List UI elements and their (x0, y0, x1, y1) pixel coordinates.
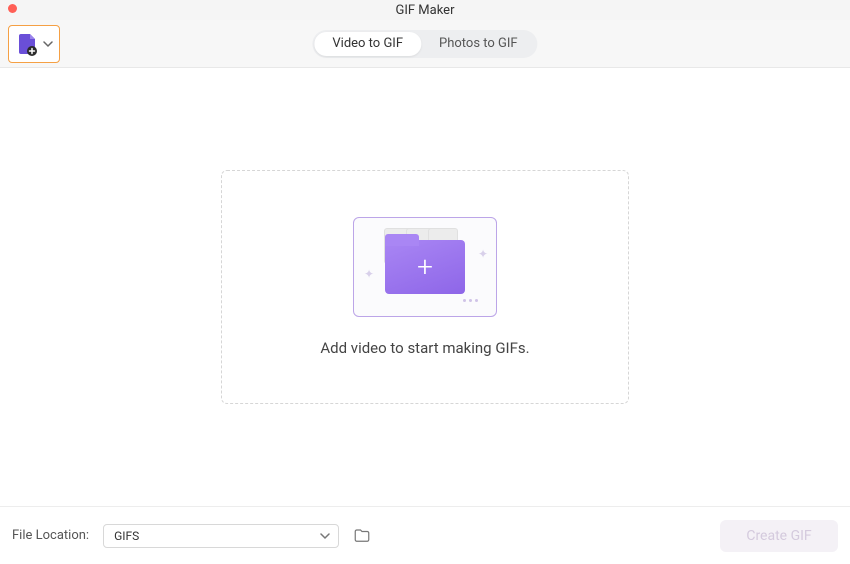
add-file-icon (15, 32, 39, 56)
file-location-select[interactable]: GIFS (103, 524, 339, 548)
app-toolbar: Video to GIF Photos to GIF (0, 20, 850, 68)
open-folder-button[interactable] (353, 527, 371, 545)
dropzone-prompt: Add video to start making GIFs. (320, 339, 529, 357)
close-window-button[interactable] (8, 4, 17, 13)
create-gif-button[interactable]: Create GIF (720, 520, 838, 552)
tab-video-to-gif[interactable]: Video to GIF (314, 32, 421, 56)
chevron-down-icon (43, 39, 53, 49)
window-title: GIF Maker (0, 3, 850, 18)
main-content: + ✦ ✦ Add video to start making GIFs. (0, 68, 850, 506)
file-location-label: File Location: (12, 528, 89, 543)
mode-tab-switch: Video to GIF Photos to GIF (312, 30, 537, 58)
add-file-button[interactable] (8, 25, 60, 63)
decorative-dots (463, 299, 478, 302)
sparkle-icon: ✦ (478, 247, 488, 261)
folder-plus-icon: + (385, 240, 465, 294)
dropzone-illustration: + ✦ ✦ (353, 217, 497, 317)
dropzone[interactable]: + ✦ ✦ Add video to start making GIFs. (221, 170, 629, 404)
sparkle-icon: ✦ (364, 267, 374, 281)
window-titlebar: GIF Maker (0, 0, 850, 20)
file-location-value: GIFS (114, 529, 139, 543)
tab-photos-to-gif[interactable]: Photos to GIF (421, 32, 536, 56)
footer-bar: File Location: GIFS Create GIF (0, 506, 850, 564)
chevron-down-icon (320, 531, 330, 541)
